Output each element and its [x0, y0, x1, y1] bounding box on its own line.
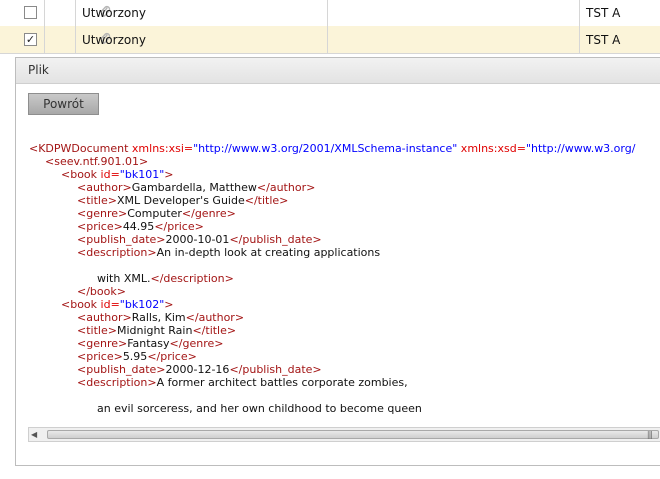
- xml-line: <description>A former architect battles …: [77, 376, 408, 389]
- panel-title: Plik: [28, 63, 49, 77]
- scroll-left-arrow-icon[interactable]: ◀: [31, 430, 37, 440]
- code-cell: TST A: [580, 0, 660, 26]
- row-checkbox[interactable]: [24, 6, 37, 19]
- xml-line: <publish_date>2000-12-16</publish_date>: [77, 363, 322, 376]
- table-row-selected[interactable]: ✓ Utworzony TST A: [0, 26, 660, 54]
- table-row[interactable]: Utworzony TST A: [0, 0, 660, 27]
- xml-line: <KDPWDocument xmlns:xsi="http://www.w3.o…: [29, 142, 636, 155]
- status-text: Utworzony: [82, 33, 146, 47]
- status-cell: Utworzony: [76, 26, 328, 53]
- xml-viewer: <KDPWDocument xmlns:xsi="http://www.w3.o…: [29, 142, 660, 425]
- code-text: TST A: [586, 33, 621, 47]
- xml-line: an evil sorceress, and her own childhood…: [97, 402, 422, 415]
- scrollbar-thumb[interactable]: |||: [47, 430, 659, 439]
- xml-line: <price>44.95</price>: [77, 220, 204, 233]
- checkbox-cell: ✓: [0, 26, 45, 53]
- xml-line: <publish_date>2000-10-01</publish_date>: [77, 233, 322, 246]
- panel-header: Plik: [16, 58, 660, 84]
- xml-line: <author>Ralls, Kim</author>: [77, 311, 245, 324]
- row-checkbox-checked[interactable]: ✓: [24, 33, 37, 46]
- xml-line: <author>Gambardella, Matthew</author>: [77, 181, 316, 194]
- empty-cell: [328, 26, 580, 53]
- file-panel: Plik Powrót <KDPWDocument xmlns:xsi="htt…: [15, 57, 660, 466]
- back-button[interactable]: Powrót: [28, 93, 99, 115]
- xml-line: <price>5.95</price>: [77, 350, 197, 363]
- xml-line: <genre>Fantasy</genre>: [77, 337, 224, 350]
- xml-line: with XML.</description>: [97, 272, 234, 285]
- code-cell: TST A: [580, 26, 660, 53]
- xml-line: </book>: [77, 285, 126, 298]
- xml-line: <title>Midnight Rain</title>: [77, 324, 237, 337]
- attachment-cell: [45, 0, 111, 26]
- xml-line: <seev.ntf.901.01>: [45, 155, 149, 168]
- xml-line: <book id="bk101">: [61, 168, 174, 181]
- attachment-cell: [45, 26, 111, 53]
- status-cell: Utworzony: [76, 0, 328, 26]
- status-text: Utworzony: [82, 6, 146, 20]
- xml-line: <description>An in-depth look at creatin…: [77, 246, 381, 259]
- empty-cell: [328, 0, 580, 26]
- xml-line: <genre>Computer</genre>: [77, 207, 236, 220]
- xml-line: <book id="bk102">: [61, 298, 174, 311]
- xml-line: <title>XML Developer's Guide</title>: [77, 194, 289, 207]
- horizontal-scrollbar[interactable]: ◀ |||: [28, 427, 660, 442]
- scroll-grip-icon: |||: [646, 430, 653, 439]
- code-text: TST A: [586, 6, 621, 20]
- checkbox-cell: [0, 0, 45, 26]
